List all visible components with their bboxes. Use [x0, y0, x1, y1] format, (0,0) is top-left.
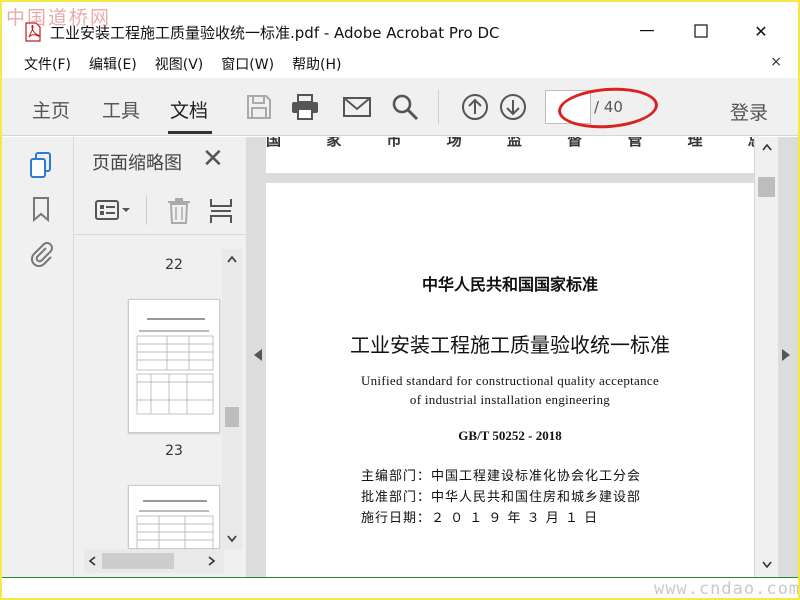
pdf-file-icon	[25, 22, 41, 42]
thumbnails-scroll-thumb[interactable]	[225, 407, 239, 427]
acrobat-window: 中国道桥网 工业安装工程施工质量验收统一标准.pdf - Adobe Acrob…	[2, 2, 798, 598]
close-icon: ✕	[754, 21, 768, 41]
thumbnails-close-icon[interactable]: ✕	[202, 146, 224, 172]
window-title: 工业安装工程施工质量验收统一标准.pdf - Adobe Acrobat Pro…	[50, 24, 500, 42]
menu-bar: 文件(F) 编辑(E) 视图(V) 窗口(W) 帮助(H)	[2, 50, 798, 78]
document-scroll-thumb[interactable]	[758, 177, 775, 197]
document-vertical-scrollbar[interactable]	[754, 137, 778, 577]
document-meta-value: 中华人民共和国住房和城乡建设部	[431, 490, 642, 505]
page-thumbnails-icon[interactable]	[28, 151, 54, 179]
thumbnail-options-icon[interactable]	[94, 199, 132, 221]
email-icon[interactable]	[342, 92, 372, 122]
search-icon[interactable]	[390, 92, 420, 122]
thumbnail-page-content	[136, 500, 214, 551]
document-meta-value: 中国工程建设标准化协会化工分会	[431, 469, 642, 484]
toolbar: 主页 工具 文档 / 40 登录	[2, 78, 798, 136]
thumbnail-page-content	[136, 318, 214, 415]
close-button[interactable]: ✕	[738, 16, 784, 46]
previous-page-icon[interactable]	[460, 92, 490, 122]
bottom-strip: www.cndao.com	[2, 577, 798, 598]
thumbnails-vertical-scrollbar[interactable]	[222, 249, 242, 549]
tab-tools[interactable]: 工具	[102, 96, 140, 123]
document-meta-value: ２ ０ １ ９ 年 ３ 月 １ 日	[431, 511, 599, 526]
scroll-up-icon[interactable]	[227, 255, 237, 263]
thumbnails-toolbar	[74, 185, 246, 235]
menu-window[interactable]: 窗口(W)	[221, 54, 274, 74]
extract-page-icon[interactable]	[208, 197, 234, 225]
document-meta-label: 批准部门：	[361, 490, 432, 505]
thumbnails-panel: 页面缩略图 ✕ 22 23	[74, 137, 246, 577]
document-view: 国 家 市 场 监 督 管 理 总 局 中华人民共和国国家标准 工业安装工程施工…	[246, 137, 798, 583]
next-page-arrow-icon[interactable]	[782, 349, 790, 361]
scroll-left-icon[interactable]	[88, 556, 96, 566]
previous-page-arrow-icon[interactable]	[254, 349, 262, 361]
previous-page-bottom: 国 家 市 场 监 督 管 理 总 局	[266, 137, 754, 173]
scroll-right-icon[interactable]	[208, 556, 216, 566]
toolbar-separator	[438, 90, 439, 124]
tab-home[interactable]: 主页	[32, 96, 70, 123]
title-bar: 中国道桥网 工业安装工程施工质量验收统一标准.pdf - Adobe Acrob…	[2, 2, 798, 50]
menu-help[interactable]: 帮助(H)	[292, 54, 341, 74]
bookmark-icon[interactable]	[28, 195, 54, 223]
document-title: 工业安装工程施工质量验收统一标准	[350, 333, 670, 357]
menu-view[interactable]: 视图(V)	[155, 54, 204, 74]
document-org-heading: 中华人民共和国国家标准	[421, 275, 598, 294]
maximize-button[interactable]	[678, 16, 724, 46]
document-meta-line: 主编部门：中国工程建设标准化协会化工分会	[361, 465, 641, 484]
watermark-bottom-right: www.cndao.com	[654, 579, 798, 598]
thumbnail-page-label: 22	[165, 257, 183, 273]
scroll-down-icon[interactable]	[762, 561, 772, 569]
thumbnail-page[interactable]	[128, 299, 220, 433]
thumbnails-horizontal-scrollbar[interactable]	[84, 549, 224, 573]
previous-page-text: 国 家 市 场 监 督 管 理 总 局	[266, 137, 754, 149]
document-english-title-line2: of industrial installation engineering	[409, 392, 611, 407]
document-page: 中华人民共和国国家标准 工业安装工程施工质量验收统一标准 Unified sta…	[266, 183, 754, 583]
navigation-rail	[2, 137, 74, 577]
menu-file[interactable]: 文件(F)	[24, 54, 71, 74]
save-icon[interactable]	[244, 92, 274, 122]
thumbnails-toolbar-separator	[146, 195, 147, 225]
document-meta-line: 批准部门：中华人民共和国住房和城乡建设部	[361, 486, 641, 505]
active-tab-indicator	[168, 131, 212, 134]
login-button[interactable]: 登录	[730, 98, 768, 125]
document-english-title-line1: Unified standard for constructional qual…	[360, 373, 660, 388]
document-meta-line: 施行日期：２ ０ １ ９ 年 ３ 月 １ 日	[361, 507, 598, 526]
attachment-icon[interactable]	[28, 239, 54, 267]
document-meta-label: 施行日期：	[361, 511, 432, 526]
minimize-button[interactable]	[624, 16, 670, 46]
menubar-close-icon[interactable]: ×	[770, 54, 782, 70]
thumbnails-hscroll-thumb[interactable]	[102, 553, 174, 569]
print-icon[interactable]	[290, 92, 320, 122]
tab-document[interactable]: 文档	[170, 96, 208, 123]
thumbnail-page[interactable]	[128, 485, 220, 551]
menu-edit[interactable]: 编辑(E)	[89, 54, 137, 74]
scroll-down-icon[interactable]	[227, 535, 237, 543]
maximize-icon	[694, 24, 708, 38]
scroll-up-icon[interactable]	[762, 143, 772, 151]
delete-page-icon[interactable]	[166, 197, 192, 225]
document-meta-label: 主编部门：	[361, 469, 432, 484]
minimize-icon	[640, 30, 654, 32]
document-code: GB/T 50252 - 2018	[458, 428, 562, 443]
thumbnail-page-label: 23	[165, 443, 183, 459]
thumbnails-panel-title: 页面缩略图	[92, 153, 182, 174]
next-page-icon[interactable]	[498, 92, 528, 122]
